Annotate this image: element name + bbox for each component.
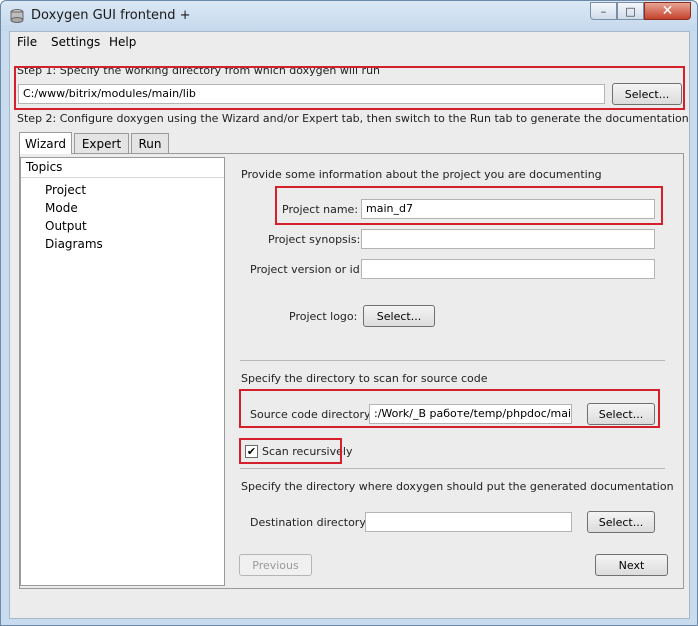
title-bar: Doxygen GUI frontend + – □ ✕ — [1, 1, 697, 31]
highlight-step1 — [14, 66, 685, 110]
highlight-source-directory — [239, 389, 660, 428]
close-button[interactable]: ✕ — [644, 2, 691, 20]
project-version-label: Project version or id: — [250, 263, 364, 276]
tab-run[interactable]: Run — [131, 133, 169, 153]
separator-source — [240, 468, 665, 469]
highlight-project-name — [275, 186, 663, 225]
topic-project[interactable]: Project — [45, 183, 86, 197]
main-client-area: File Settings Help Step 1: Specify the w… — [9, 31, 690, 619]
menu-help[interactable]: Help — [109, 35, 136, 49]
menu-bar: File Settings Help — [10, 32, 689, 52]
topic-diagrams[interactable]: Diagrams — [45, 237, 103, 251]
maximize-button[interactable]: □ — [617, 2, 644, 20]
app-window: Doxygen GUI frontend + – □ ✕ File Settin… — [0, 0, 698, 626]
destination-directory-label: Destination directory: — [250, 516, 369, 529]
topic-output[interactable]: Output — [45, 219, 87, 233]
topics-header: Topics — [21, 158, 224, 178]
source-intro-label: Specify the directory to scan for source… — [241, 372, 488, 385]
tab-wizard[interactable]: Wizard — [19, 132, 72, 154]
menu-file[interactable]: File — [17, 35, 37, 49]
tab-expert[interactable]: Expert — [74, 133, 129, 153]
destination-intro-label: Specify the directory where doxygen shou… — [241, 480, 674, 493]
minimize-button[interactable]: – — [590, 2, 617, 20]
highlight-scan-recursively — [239, 438, 342, 464]
doxygen-app-icon — [10, 9, 24, 23]
project-version-input[interactable] — [361, 259, 655, 279]
destination-directory-select-button[interactable]: Select... — [587, 511, 655, 533]
project-intro-label: Provide some information about the proje… — [241, 168, 602, 181]
project-logo-label: Project logo: — [289, 310, 358, 323]
separator-project — [240, 360, 665, 361]
topics-list: Topics Project Mode Output Diagrams — [20, 157, 225, 586]
destination-directory-input[interactable] — [365, 512, 572, 532]
next-button[interactable]: Next — [595, 554, 668, 576]
project-logo-select-button[interactable]: Select... — [363, 305, 435, 327]
window-title: Doxygen GUI frontend + — [31, 8, 191, 23]
project-synopsis-input[interactable] — [361, 229, 655, 249]
previous-button[interactable]: Previous — [239, 554, 312, 576]
step2-label: Step 2: Configure doxygen using the Wiza… — [17, 112, 689, 125]
project-synopsis-label: Project synopsis: — [268, 233, 361, 246]
topics-header-label: Topics — [26, 160, 63, 174]
menu-settings[interactable]: Settings — [51, 35, 100, 49]
topic-mode[interactable]: Mode — [45, 201, 78, 215]
